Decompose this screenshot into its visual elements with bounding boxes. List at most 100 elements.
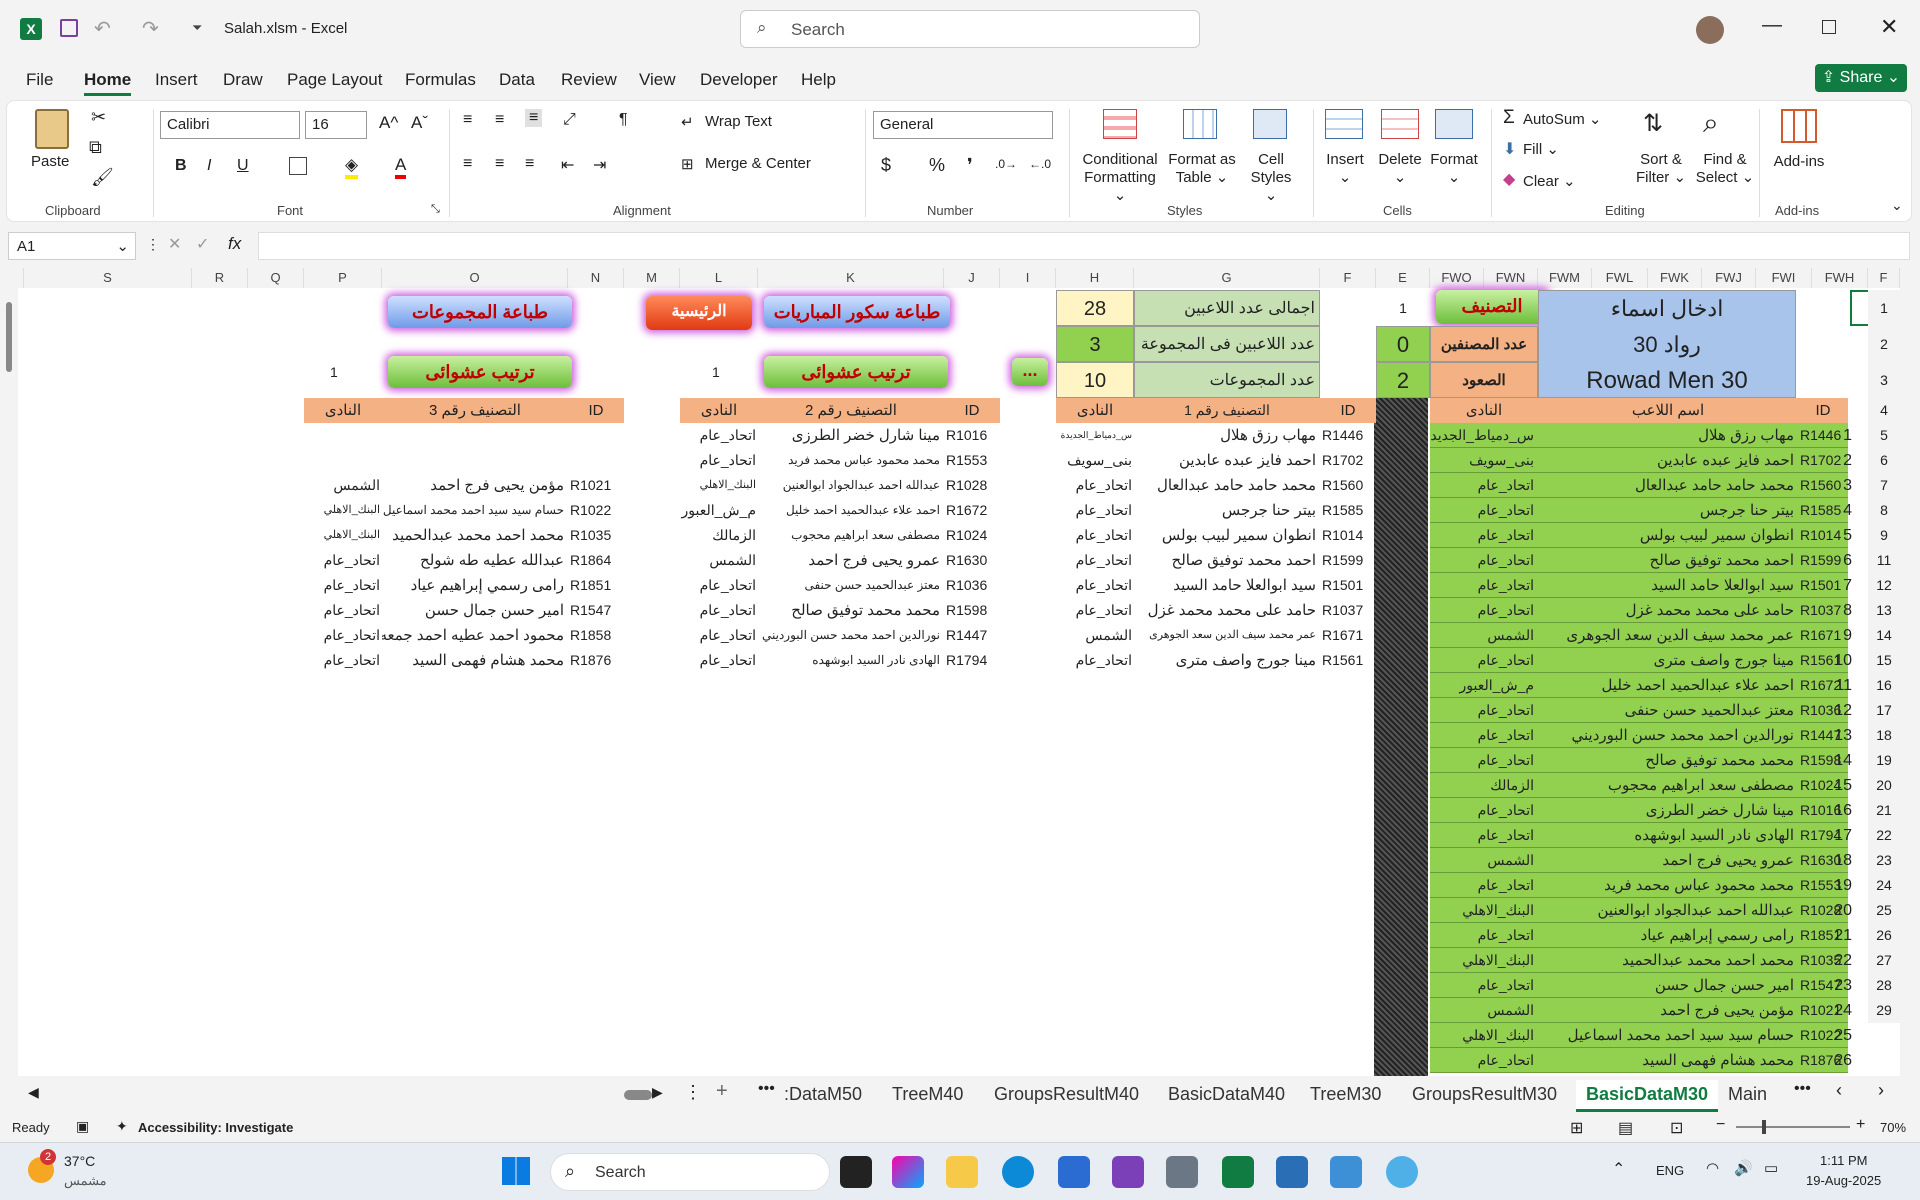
- player-name[interactable]: حسام سيد سيد احمد محمد اسماعيل: [1538, 1023, 1798, 1048]
- group2-club[interactable]: اتحاد_عام: [680, 598, 758, 623]
- group2-name[interactable]: معتز عبدالحميد حسن حنفى: [758, 573, 944, 598]
- group2-id[interactable]: R1598: [944, 598, 1000, 623]
- task-view-icon[interactable]: [840, 1156, 872, 1188]
- vertical-scroll-thumb[interactable]: [6, 302, 12, 372]
- row-header[interactable]: 6: [1868, 448, 1900, 473]
- column-header[interactable]: E: [1376, 268, 1430, 288]
- group3-name[interactable]: رامى رسمي إبراهيم عياد: [382, 573, 568, 598]
- player-index[interactable]: 20: [1812, 898, 1852, 923]
- player-club[interactable]: اتحاد_عام: [1430, 698, 1538, 723]
- tab-main[interactable]: Main: [1728, 1084, 1767, 1105]
- orientation-icon[interactable]: ⤢: [563, 111, 576, 129]
- group1-name[interactable]: مينا جورج واصف مترى: [1134, 648, 1320, 673]
- paste-icon[interactable]: [35, 109, 69, 149]
- autosum-button[interactable]: AutoSum ⌄: [1523, 111, 1601, 129]
- decrease-indent-icon[interactable]: ⇤: [561, 155, 574, 175]
- menu-home[interactable]: Home: [84, 70, 132, 96]
- group2-club[interactable]: اتحاد_عام: [680, 648, 758, 673]
- percent-icon[interactable]: %: [929, 155, 945, 176]
- menu-view[interactable]: View: [639, 70, 676, 90]
- home-button[interactable]: الرئيسية: [646, 296, 752, 330]
- group2-id[interactable]: R1553: [944, 448, 1000, 473]
- vertical-scrollbar[interactable]: [0, 288, 18, 1076]
- column-header[interactable]: M: [624, 268, 680, 288]
- player-club[interactable]: اتحاد_عام: [1430, 498, 1538, 523]
- player-club[interactable]: اتحاد_عام: [1430, 548, 1538, 573]
- group2-name[interactable]: نورالدين احمد محمد حسن البورديني: [758, 623, 944, 648]
- menu-help[interactable]: Help: [801, 70, 836, 90]
- group1-name[interactable]: سيد ابوالعلا حامد السيد: [1134, 573, 1320, 598]
- group1-id[interactable]: R1501: [1320, 573, 1376, 598]
- player-name[interactable]: احمد محمد توفيق صالح: [1538, 548, 1798, 573]
- group2-name[interactable]: مينا شارل خضر الطرزى: [758, 423, 944, 448]
- group1-name[interactable]: حامد على محمد محمد غزل: [1134, 598, 1320, 623]
- format-as-table-button[interactable]: Format as Table ⌄: [1167, 151, 1237, 187]
- clock-date[interactable]: 19-Aug-2025: [1806, 1173, 1881, 1188]
- player-name[interactable]: حامد على محمد محمد غزل: [1538, 598, 1798, 623]
- player-index[interactable]: 15: [1812, 773, 1852, 798]
- tab-treem30[interactable]: TreeM30: [1310, 1084, 1381, 1105]
- group2-id[interactable]: R1447: [944, 623, 1000, 648]
- fx-icon[interactable]: fx: [228, 234, 241, 254]
- normal-view-icon[interactable]: ⊞: [1570, 1118, 1583, 1138]
- font-dialog-launcher-icon[interactable]: ⤡: [431, 203, 440, 216]
- player-name[interactable]: الهادى نادر السيد ابوشهده: [1538, 823, 1798, 848]
- player-index[interactable]: 24: [1812, 998, 1852, 1023]
- group1-id[interactable]: R1561: [1320, 648, 1376, 673]
- align-bottom-icon[interactable]: ≡: [525, 109, 543, 127]
- sort-filter-button[interactable]: Sort & Filter ⌄: [1629, 151, 1693, 187]
- row-header[interactable]: 18: [1868, 723, 1900, 748]
- row-header[interactable]: 9: [1868, 523, 1900, 548]
- player-name[interactable]: محمد هشام فهمى السيد: [1538, 1048, 1798, 1073]
- player-club[interactable]: اتحاد_عام: [1430, 473, 1538, 498]
- player-index[interactable]: 22: [1812, 948, 1852, 973]
- group1-id[interactable]: R1014: [1320, 523, 1376, 548]
- volume-icon[interactable]: 🔊: [1734, 1159, 1753, 1177]
- menu-file[interactable]: File: [26, 70, 53, 90]
- row-header[interactable]: 28: [1868, 973, 1900, 998]
- more-sheets-left-icon[interactable]: •••: [758, 1080, 775, 1098]
- share-button[interactable]: ⇪ Share ⌄: [1815, 64, 1907, 92]
- player-name[interactable]: مؤمن يحيى فرج احمد: [1538, 998, 1798, 1023]
- total-players-value[interactable]: 28: [1056, 290, 1134, 326]
- player-name[interactable]: مينا جورج واصف مترى: [1538, 648, 1798, 673]
- file-explorer-icon[interactable]: [946, 1156, 978, 1188]
- classify-button[interactable]: التصنيف: [1436, 290, 1548, 324]
- group1-id[interactable]: R1671: [1320, 623, 1376, 648]
- align-left-icon[interactable]: ≡: [463, 155, 472, 173]
- page-break-view-icon[interactable]: ⊡: [1670, 1118, 1683, 1138]
- column-header[interactable]: R: [192, 268, 248, 288]
- row-header[interactable]: 20: [1868, 773, 1900, 798]
- player-club[interactable]: البنك_الاهلي: [1430, 1023, 1538, 1048]
- menu-draw[interactable]: Draw: [223, 70, 263, 90]
- player-name[interactable]: معتز عبدالحميد حسن حنفى: [1538, 698, 1798, 723]
- player-name[interactable]: احمد علاء عبدالحميد احمد خليل: [1538, 673, 1798, 698]
- row-header[interactable]: 1: [1868, 290, 1900, 326]
- group1-club[interactable]: الشمس: [1056, 623, 1134, 648]
- delete-cells-button[interactable]: Delete ⌄: [1377, 151, 1423, 187]
- promotion-count-value[interactable]: 2: [1376, 362, 1430, 398]
- start-icon[interactable]: [502, 1157, 530, 1185]
- tab-basicdatam40[interactable]: BasicDataM40: [1168, 1084, 1285, 1105]
- group2-id[interactable]: R1024: [944, 523, 1000, 548]
- player-index[interactable]: 18: [1812, 848, 1852, 873]
- undo-icon[interactable]: ↶: [94, 16, 111, 41]
- group1-id[interactable]: R1702: [1320, 448, 1376, 473]
- copy-icon[interactable]: ⧉: [89, 137, 102, 158]
- group1-name[interactable]: مهاب رزق هلال: [1134, 423, 1320, 448]
- group3-id[interactable]: R1876: [568, 648, 624, 673]
- menu-developer[interactable]: Developer: [700, 70, 778, 90]
- group2-club[interactable]: اتحاد_عام: [680, 573, 758, 598]
- group1-club[interactable]: اتحاد_عام: [1056, 498, 1134, 523]
- player-club[interactable]: اتحاد_عام: [1430, 923, 1538, 948]
- page-layout-view-icon[interactable]: ▤: [1618, 1118, 1633, 1138]
- group3-id[interactable]: R1858: [568, 623, 624, 648]
- group3-club[interactable]: البنك_الاهلي: [304, 498, 382, 523]
- player-club[interactable]: الشمس: [1430, 998, 1538, 1023]
- horizontal-scroll-thumb[interactable]: [624, 1090, 652, 1100]
- player-club[interactable]: الشمس: [1430, 623, 1538, 648]
- row-header[interactable]: 25: [1868, 898, 1900, 923]
- group2-club[interactable]: البنك_الاهلي: [680, 473, 758, 498]
- print-groups-button[interactable]: طباعة المجموعات: [388, 296, 572, 328]
- group3-id[interactable]: R1851: [568, 573, 624, 598]
